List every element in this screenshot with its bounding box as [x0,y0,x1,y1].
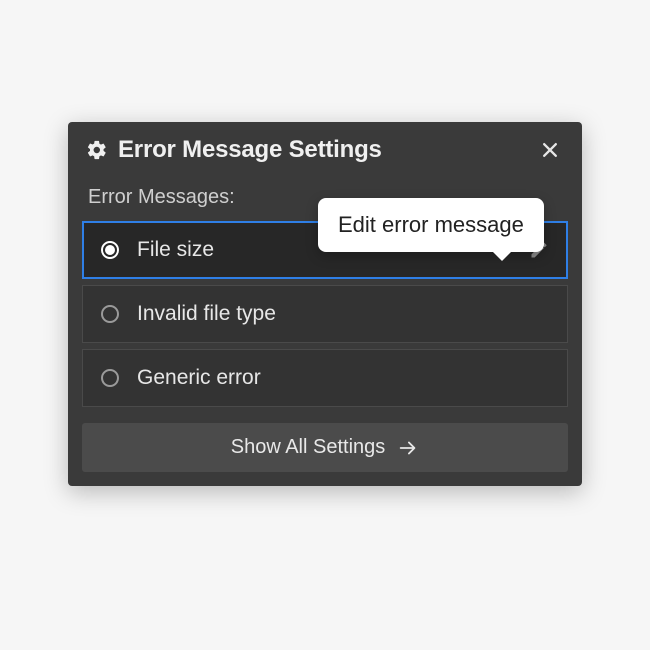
show-all-settings-button[interactable]: Show All Settings [82,423,568,472]
radio-indicator [101,369,119,387]
settings-panel: Error Message Settings Error Messages: F… [68,122,582,486]
panel-header: Error Message Settings [68,122,582,176]
error-row-generic-error[interactable]: Generic error [82,349,568,407]
close-icon [540,140,560,160]
row-label: Invalid file type [137,302,549,326]
radio-indicator [101,241,119,259]
radio-indicator [101,305,119,323]
panel-title: Error Message Settings [118,136,536,164]
footer-button-label: Show All Settings [231,436,386,459]
edit-tooltip: Edit error message [318,198,544,252]
close-button[interactable] [536,136,564,164]
gear-icon [86,139,108,161]
arrow-right-icon [397,437,419,459]
error-row-invalid-file-type[interactable]: Invalid file type [82,285,568,343]
row-label: Generic error [137,366,549,390]
